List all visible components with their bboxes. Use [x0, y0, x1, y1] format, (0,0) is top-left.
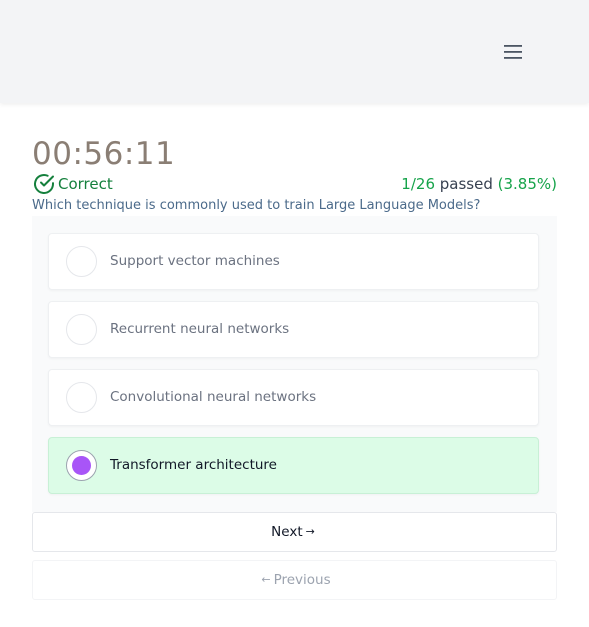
answer-option[interactable]: Recurrent neural networks: [48, 301, 539, 358]
answer-option-label: Transformer architecture: [110, 457, 277, 473]
progress-percent: (3.85%): [497, 175, 557, 193]
check-circle-icon: [34, 174, 54, 194]
next-button-label: Next: [271, 524, 303, 540]
result-status: Correct: [32, 172, 113, 196]
radio-button[interactable]: [66, 382, 97, 413]
radio-dot: [72, 456, 91, 475]
arrow-right-icon: →: [305, 524, 315, 538]
top-navbar: [0, 0, 589, 103]
answer-option-label: Convolutional neural networks: [110, 389, 317, 405]
hamburger-menu-icon: [504, 45, 522, 59]
result-label: Correct: [58, 175, 113, 193]
question-text: Which technique is commonly used to trai…: [32, 198, 481, 213]
answer-option-selected[interactable]: Transformer architecture: [48, 437, 539, 494]
next-button[interactable]: Next →: [32, 512, 557, 552]
hamburger-menu-button[interactable]: [496, 36, 530, 68]
progress-count: 1/26: [401, 175, 435, 193]
arrow-left-icon: ←: [261, 572, 271, 586]
answer-option-label: Support vector machines: [110, 253, 280, 269]
radio-button[interactable]: [66, 314, 97, 345]
progress-summary: 1/26 passed (3.85%): [401, 174, 557, 194]
answer-option[interactable]: Support vector machines: [48, 233, 539, 290]
answer-option[interactable]: Convolutional neural networks: [48, 369, 539, 426]
previous-button-label: Previous: [273, 572, 331, 588]
answer-option-label: Recurrent neural networks: [110, 321, 290, 337]
previous-button[interactable]: ← Previous: [32, 560, 557, 600]
radio-button[interactable]: [66, 246, 97, 277]
quiz-timer: 00:56:11: [32, 136, 176, 172]
radio-button-selected[interactable]: [66, 450, 97, 481]
progress-word: passed: [439, 175, 493, 193]
options-panel: Support vector machines Recurrent neural…: [32, 216, 557, 512]
